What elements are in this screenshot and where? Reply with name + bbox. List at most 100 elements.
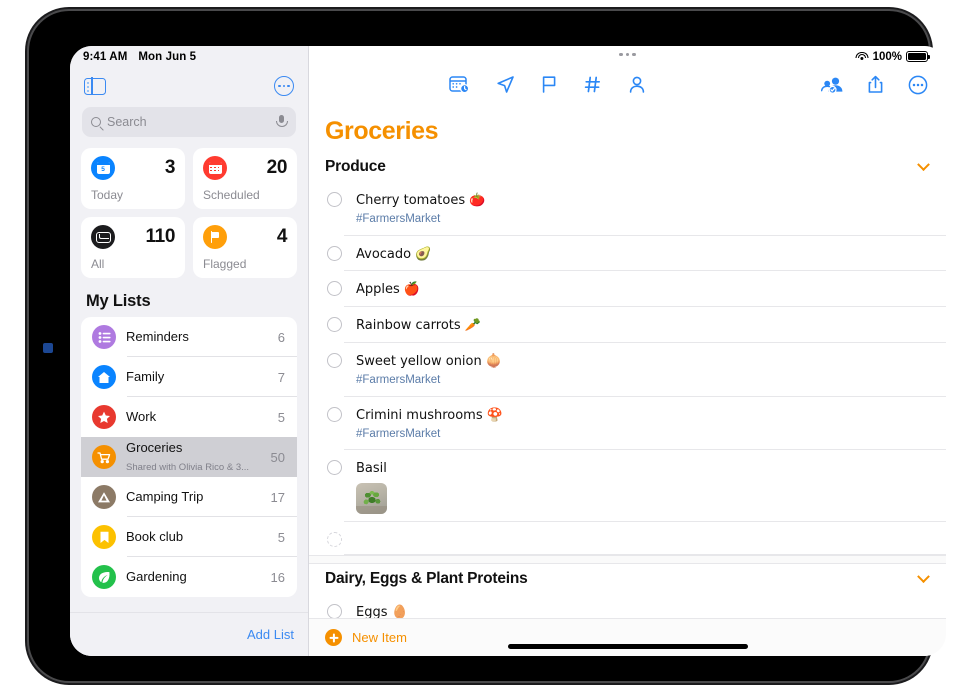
sidebar-item-count: 6 [277, 329, 285, 345]
sidebar-item-count: 5 [277, 409, 285, 425]
status-time: 9:41 AM [83, 50, 128, 63]
house-icon [92, 365, 116, 389]
inbox-all-icon [91, 225, 115, 249]
item-title: Rainbow carrots 🥕 [356, 318, 481, 334]
smart-list-label: Today [91, 188, 124, 202]
ipad-device-frame: 9:41 AM Mon Jun 5 Search 5 3 Today 20 Sc… [29, 11, 946, 681]
group-header-dairy[interactable]: Dairy, Eggs & Plant Proteins [309, 564, 946, 594]
home-indicator[interactable] [507, 644, 748, 649]
group-divider [309, 555, 946, 565]
complete-toggle[interactable] [327, 192, 342, 207]
complete-toggle[interactable] [327, 353, 342, 369]
smart-list-count: 4 [276, 226, 288, 247]
reminder-item-empty[interactable] [309, 522, 946, 556]
reminder-item[interactable]: Sweet yellow onion 🧅 #FarmersMarket [309, 343, 946, 397]
plus-circle-icon [325, 629, 342, 646]
main-content: 100% Groceries Produce Cherry tomatoes 🍅… [309, 46, 946, 656]
reminder-item[interactable]: Apples 🍎 [309, 271, 946, 308]
flag-icon [203, 225, 227, 249]
smart-list-flagged[interactable]: 4 Flagged [193, 217, 297, 278]
person-icon[interactable] [628, 75, 646, 99]
list-bullet-icon [92, 325, 116, 349]
calendar-clock-icon[interactable] [448, 75, 470, 99]
share-upload-icon[interactable] [867, 75, 884, 99]
smart-lists-grid: 5 3 Today 20 Scheduled 110 All 4 Flagged [81, 148, 297, 278]
smart-list-count: 3 [164, 157, 176, 178]
smart-list-all[interactable]: 110 All [81, 217, 185, 278]
sidebar-item-count: 5 [277, 529, 285, 545]
new-item-label: New Item [352, 630, 407, 645]
hashtag-icon[interactable] [584, 75, 602, 99]
item-tag[interactable]: #FarmersMarket [356, 372, 928, 389]
add-list-button[interactable]: Add List [247, 627, 294, 642]
item-tag[interactable]: #FarmersMarket [356, 426, 928, 443]
ipad-screen: 9:41 AM Mon Jun 5 Search 5 3 Today 20 Sc… [70, 46, 946, 656]
microphone-icon[interactable] [275, 115, 288, 129]
sidebar-item-count: 16 [270, 569, 285, 585]
bookmark-icon [92, 525, 116, 549]
reminder-item[interactable]: Cherry tomatoes 🍅 #FarmersMarket [309, 182, 946, 236]
chevron-down-icon[interactable] [917, 570, 930, 583]
item-tag[interactable]: #FarmersMarket [356, 211, 928, 228]
smart-list-today[interactable]: 5 3 Today [81, 148, 185, 209]
item-title: Basil [356, 461, 387, 477]
sidebar-more-icon[interactable] [274, 76, 294, 96]
search-icon [91, 117, 101, 127]
smart-list-count: 20 [266, 157, 288, 178]
cart-icon [92, 445, 116, 469]
multitasking-handle[interactable] [309, 53, 946, 57]
sidebar-item-reminders[interactable]: Reminders 6 [81, 317, 297, 357]
sidebar-item-groceries[interactable]: Groceries Shared with Olivia Rico & 3...… [81, 437, 297, 477]
my-lists-card: Reminders 6 Family 7 Work 5 Groceries Sh… [81, 317, 297, 597]
new-item-button[interactable]: New Item [309, 618, 946, 656]
smart-list-label: Flagged [203, 257, 247, 271]
sidebar: 9:41 AM Mon Jun 5 Search 5 3 Today 20 Sc… [70, 46, 309, 656]
status-date: Mon Jun 5 [138, 50, 197, 63]
group-title: Dairy, Eggs & Plant Proteins [325, 570, 528, 588]
reminder-item[interactable]: Avocado 🥑 [309, 236, 946, 272]
reminders-scroll-area[interactable]: Produce Cherry tomatoes 🍅 #FarmersMarket… [309, 152, 946, 618]
complete-toggle[interactable] [327, 281, 342, 297]
reminder-item[interactable]: Basil [309, 450, 946, 523]
sidebar-item-gardening[interactable]: Gardening 16 [81, 557, 297, 597]
complete-toggle[interactable] [327, 317, 342, 333]
sidebar-item-work[interactable]: Work 5 [81, 397, 297, 437]
group-header-produce[interactable]: Produce [309, 152, 946, 182]
sidebar-item-label: Reminders [126, 329, 189, 344]
main-toolbar [309, 67, 946, 107]
sidebar-item-book-club[interactable]: Book club 5 [81, 517, 297, 557]
location-arrow-icon[interactable] [496, 75, 515, 99]
smart-list-count: 110 [145, 226, 176, 247]
complete-toggle[interactable] [327, 532, 342, 548]
leaf-icon [92, 565, 116, 589]
smart-list-scheduled[interactable]: 20 Scheduled [193, 148, 297, 209]
group-title: Produce [325, 158, 386, 175]
reminder-item[interactable]: Rainbow carrots 🥕 [309, 307, 946, 344]
sidebar-toggle-icon[interactable] [84, 76, 106, 96]
tent-icon [92, 485, 116, 509]
search-input[interactable]: Search [82, 107, 296, 137]
complete-toggle[interactable] [327, 406, 342, 422]
status-bar-right: 100% [309, 46, 946, 67]
flag-icon[interactable] [541, 75, 558, 99]
star-icon [92, 405, 116, 429]
item-title: Cherry tomatoes 🍅 [356, 193, 486, 208]
item-title: Eggs 🥚 [356, 605, 408, 618]
sidebar-item-label: Family [126, 369, 165, 384]
reminder-item[interactable]: Eggs 🥚 #FarmersMarket [309, 594, 946, 618]
sidebar-item-family[interactable]: Family 7 [81, 357, 297, 397]
basil-plant-photo[interactable] [356, 483, 387, 515]
person-add-share-icon[interactable] [820, 75, 843, 99]
complete-toggle[interactable] [327, 460, 342, 476]
sidebar-item-label: Groceries [126, 440, 183, 455]
search-placeholder: Search [107, 115, 147, 129]
complete-toggle[interactable] [327, 604, 342, 618]
chevron-down-icon[interactable] [917, 157, 930, 171]
item-title: Sweet yellow onion 🧅 [356, 354, 503, 370]
smart-list-label: All [91, 257, 105, 271]
smart-list-label: Scheduled [203, 188, 260, 202]
reminder-item[interactable]: Crimini mushrooms 🍄 #FarmersMarket [309, 397, 946, 451]
more-options-icon[interactable] [908, 75, 928, 100]
sidebar-item-camping-trip[interactable]: Camping Trip 17 [81, 477, 297, 517]
complete-toggle[interactable] [327, 245, 342, 261]
